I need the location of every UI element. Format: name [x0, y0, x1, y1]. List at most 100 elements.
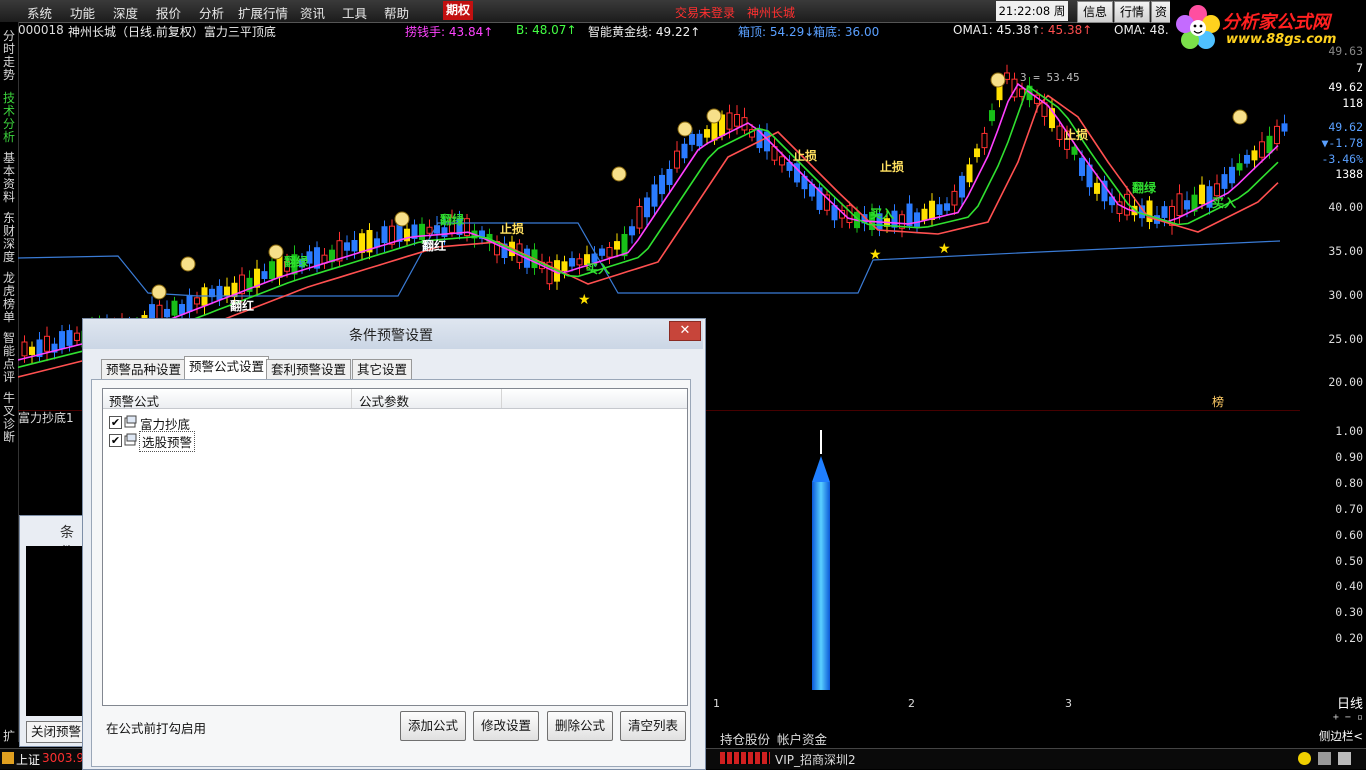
candle-body: [21, 341, 28, 357]
menu-bar: 系统 功能 深度 报价 分析 扩展行情 资讯 工具 帮助 期权 交易未登录 神州…: [0, 0, 1366, 38]
smiley-icon: [1232, 109, 1248, 125]
candle-body: [734, 114, 740, 127]
formula-list[interactable]: 预警公式 公式参数 ✔ 富力抄底 ✔ 选股预警: [102, 388, 688, 706]
sidebar-item-diagnosis[interactable]: 牛叉诊断: [1, 392, 17, 444]
candle-body: [614, 241, 620, 250]
tab-account-funds[interactable]: 帐户资金: [777, 729, 827, 748]
axis-tick: 40.00: [1328, 200, 1363, 214]
period-label[interactable]: 日线: [1337, 693, 1363, 712]
menu-item-extended-quotes[interactable]: 扩展行情: [238, 3, 288, 22]
formula-icon: [124, 415, 137, 428]
candle-body: [929, 200, 935, 220]
menu-item-tools[interactable]: 工具: [342, 3, 367, 22]
sub-axis-tick: 0.40: [1335, 579, 1363, 593]
sidebar-item-depth[interactable]: 东财深度: [1, 212, 17, 264]
candle-body: [381, 226, 388, 244]
column-formula[interactable]: 预警公式: [109, 391, 159, 410]
candle-body: [644, 197, 650, 218]
smiley-icon: [706, 108, 722, 124]
sub-axis-tick: 0.60: [1335, 528, 1363, 542]
menu-item-system[interactable]: 系统: [27, 3, 52, 22]
star-markers: ★ ★ ★: [578, 241, 951, 308]
indicator-oma: OMA: 48.: [1114, 23, 1169, 37]
box-line: [18, 222, 1281, 297]
close-button[interactable]: ✕: [669, 321, 701, 341]
tab-alert-formulas[interactable]: 预警公式设置: [184, 356, 270, 381]
sidebar-item-dragon-tiger[interactable]: 龙虎榜单: [1, 272, 17, 324]
list-item[interactable]: ✔ 选股预警: [109, 431, 309, 452]
candle-body: [66, 330, 73, 346]
candle-body: [269, 261, 275, 280]
info-button[interactable]: 信息: [1077, 1, 1113, 23]
price-axis: 49.63 7 49.62 118 49.62 ▼-1.78 -3.46% 13…: [1300, 22, 1366, 744]
candle-body: [704, 129, 710, 138]
indicator-oma1-value: : 45.38↑: [1040, 23, 1093, 37]
window-icon[interactable]: [1338, 752, 1351, 765]
candle-body: [1176, 193, 1183, 217]
candle-body: [681, 143, 688, 159]
sub-axis-tick: 0.20: [1335, 631, 1363, 645]
price-change: ▼-1.78: [1321, 136, 1363, 150]
menu-item-function[interactable]: 功能: [70, 3, 95, 22]
candle-body: [914, 212, 920, 227]
axis-volume-label: 118: [1342, 96, 1363, 110]
sidebar-item-comment[interactable]: 智能点评: [1, 332, 17, 384]
index-name[interactable]: 上证: [16, 751, 40, 768]
sidebar-item-intraday[interactable]: 分时走势: [1, 30, 17, 82]
zoom-controls[interactable]: + − ▫: [1333, 712, 1363, 723]
menu-item-options[interactable]: 期权: [443, 1, 473, 20]
sidebar-toggle[interactable]: 侧边栏<: [1319, 728, 1363, 744]
candle-body: [29, 346, 35, 355]
candle-body: [1259, 141, 1265, 158]
delete-formula-button[interactable]: 删除公式: [547, 711, 613, 741]
sub-axis-tick: 0.90: [1335, 450, 1363, 464]
star-icon: ★: [938, 241, 951, 257]
column-params[interactable]: 公式参数: [359, 391, 409, 410]
candle-body: [974, 148, 980, 158]
sidebar-item-extend[interactable]: 扩: [1, 730, 17, 743]
notification-icon[interactable]: [1298, 752, 1311, 765]
tab-other-settings[interactable]: 其它设置: [352, 359, 413, 380]
tab-holdings[interactable]: 持仓股份: [720, 729, 770, 748]
menu-item-news[interactable]: 资讯: [300, 3, 325, 22]
marker-2: 2: [908, 697, 915, 710]
candle-body: [1236, 163, 1243, 171]
enable-hint: 在公式前打勾启用: [106, 721, 207, 736]
tab-arbitrage-alerts[interactable]: 套利预警设置: [266, 359, 352, 380]
sidebar-item-technical[interactable]: 技术分析: [1, 92, 17, 144]
row-checkbox[interactable]: ✔: [109, 416, 122, 429]
axis-tick: 20.00: [1328, 375, 1363, 389]
axis-top-count: 7: [1356, 61, 1363, 75]
sidebar-item-fundamentals[interactable]: 基本资料: [1, 152, 17, 204]
candle-body: [981, 132, 988, 149]
tab-alert-symbols[interactable]: 预警品种设置: [101, 359, 187, 380]
candle-body: [179, 304, 185, 315]
resource-button[interactable]: 资: [1151, 1, 1171, 23]
formula-tab-panel: 预警公式 公式参数 ✔ 富力抄底 ✔ 选股预警 在公式前打勾启用 添加公式 修改…: [91, 379, 691, 767]
candle-body: [674, 150, 680, 169]
row-checkbox[interactable]: ✔: [109, 434, 122, 447]
modify-settings-button[interactable]: 修改设置: [473, 711, 539, 741]
menu-item-depth[interactable]: 深度: [113, 3, 138, 22]
sub-axis-tick: 0.70: [1335, 502, 1363, 516]
close-alert-button[interactable]: 关闭预警: [26, 721, 86, 743]
menu-item-analysis[interactable]: 分析: [199, 3, 224, 22]
dialog-title-bar[interactable]: 条件预警设置 ✕: [83, 319, 703, 349]
candle-body: [224, 286, 230, 296]
formula-icon: [124, 433, 137, 446]
trade-login-status[interactable]: 交易未登录: [675, 4, 735, 21]
smiley-icon: [611, 166, 627, 182]
clear-list-button[interactable]: 清空列表: [620, 711, 686, 741]
list-item[interactable]: ✔ 富力抄底: [109, 414, 309, 432]
left-sidebar: 分时走势 技术分析 基本资料 东财深度 龙虎榜单 智能点评 牛叉诊断 扩: [0, 22, 19, 743]
lock-icon[interactable]: [1318, 752, 1331, 765]
menu-item-help[interactable]: 帮助: [384, 3, 409, 22]
candle-body: [1244, 154, 1250, 164]
menu-item-quote[interactable]: 报价: [156, 3, 181, 22]
add-formula-button[interactable]: 添加公式: [400, 711, 466, 741]
candle-body: [216, 285, 223, 300]
candle-body: [1079, 157, 1085, 176]
quotes-button[interactable]: 行情: [1114, 1, 1150, 23]
label-fanlv: 翻绿: [440, 212, 465, 227]
candle-body: [351, 240, 358, 252]
